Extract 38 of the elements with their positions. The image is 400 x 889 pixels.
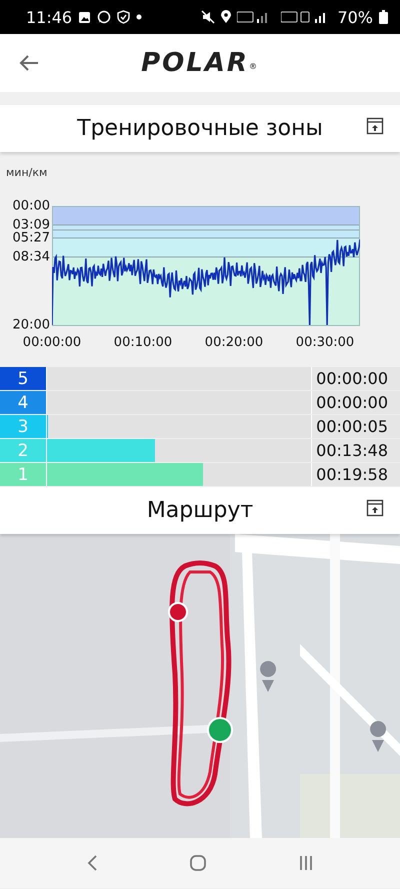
- export-button[interactable]: [366, 117, 384, 135]
- export-button[interactable]: [366, 499, 384, 517]
- y-tick-label: 20:00: [12, 318, 50, 332]
- section-title: Тренировочные зоны: [77, 116, 323, 141]
- battery-icon: [379, 10, 388, 24]
- x-tick-label: 00:00:00: [22, 335, 82, 350]
- y-tick-label: 03:09: [12, 218, 50, 233]
- x-tick-label: 00:10:00: [114, 335, 172, 350]
- zone-number: 2: [0, 439, 47, 462]
- zone-number: 1: [0, 463, 47, 486]
- location-icon: [221, 10, 232, 24]
- zone-number: 3: [0, 415, 47, 438]
- logo: POLAR: [141, 48, 249, 78]
- zone-number: 4: [0, 391, 47, 414]
- axis-unit: мин/км: [6, 166, 48, 179]
- mute-icon: [201, 10, 216, 24]
- back-nav-icon[interactable]: [86, 854, 98, 872]
- home-icon[interactable]: [188, 854, 207, 872]
- zone-number: 5: [0, 367, 47, 390]
- back-button[interactable]: [18, 53, 40, 73]
- zone-time: 00:13:48: [312, 439, 400, 462]
- recents-icon[interactable]: [298, 855, 314, 871]
- shield-icon: [117, 10, 130, 24]
- section-title: Маршрут: [146, 498, 254, 523]
- x-tick-label: 00:20:00: [204, 335, 264, 350]
- zone-time: 00:00:00: [312, 391, 400, 414]
- battery-percent: 70%: [337, 8, 373, 26]
- y-tick-label: 08:34: [12, 250, 50, 265]
- gallery-icon: [78, 10, 92, 24]
- zone-time: 00:00:05: [312, 415, 400, 438]
- dot-icon: [136, 14, 142, 20]
- y-tick-label: 05:27: [12, 230, 50, 246]
- zone-time: 00:00:00: [312, 367, 400, 390]
- registered-mark: ®: [248, 62, 259, 71]
- x-tick-label: 00:30:00: [296, 335, 354, 350]
- y-tick-label: 00:00: [12, 198, 50, 214]
- status-time: 11:46: [26, 8, 72, 26]
- zone-time: 00:19:58: [312, 463, 400, 486]
